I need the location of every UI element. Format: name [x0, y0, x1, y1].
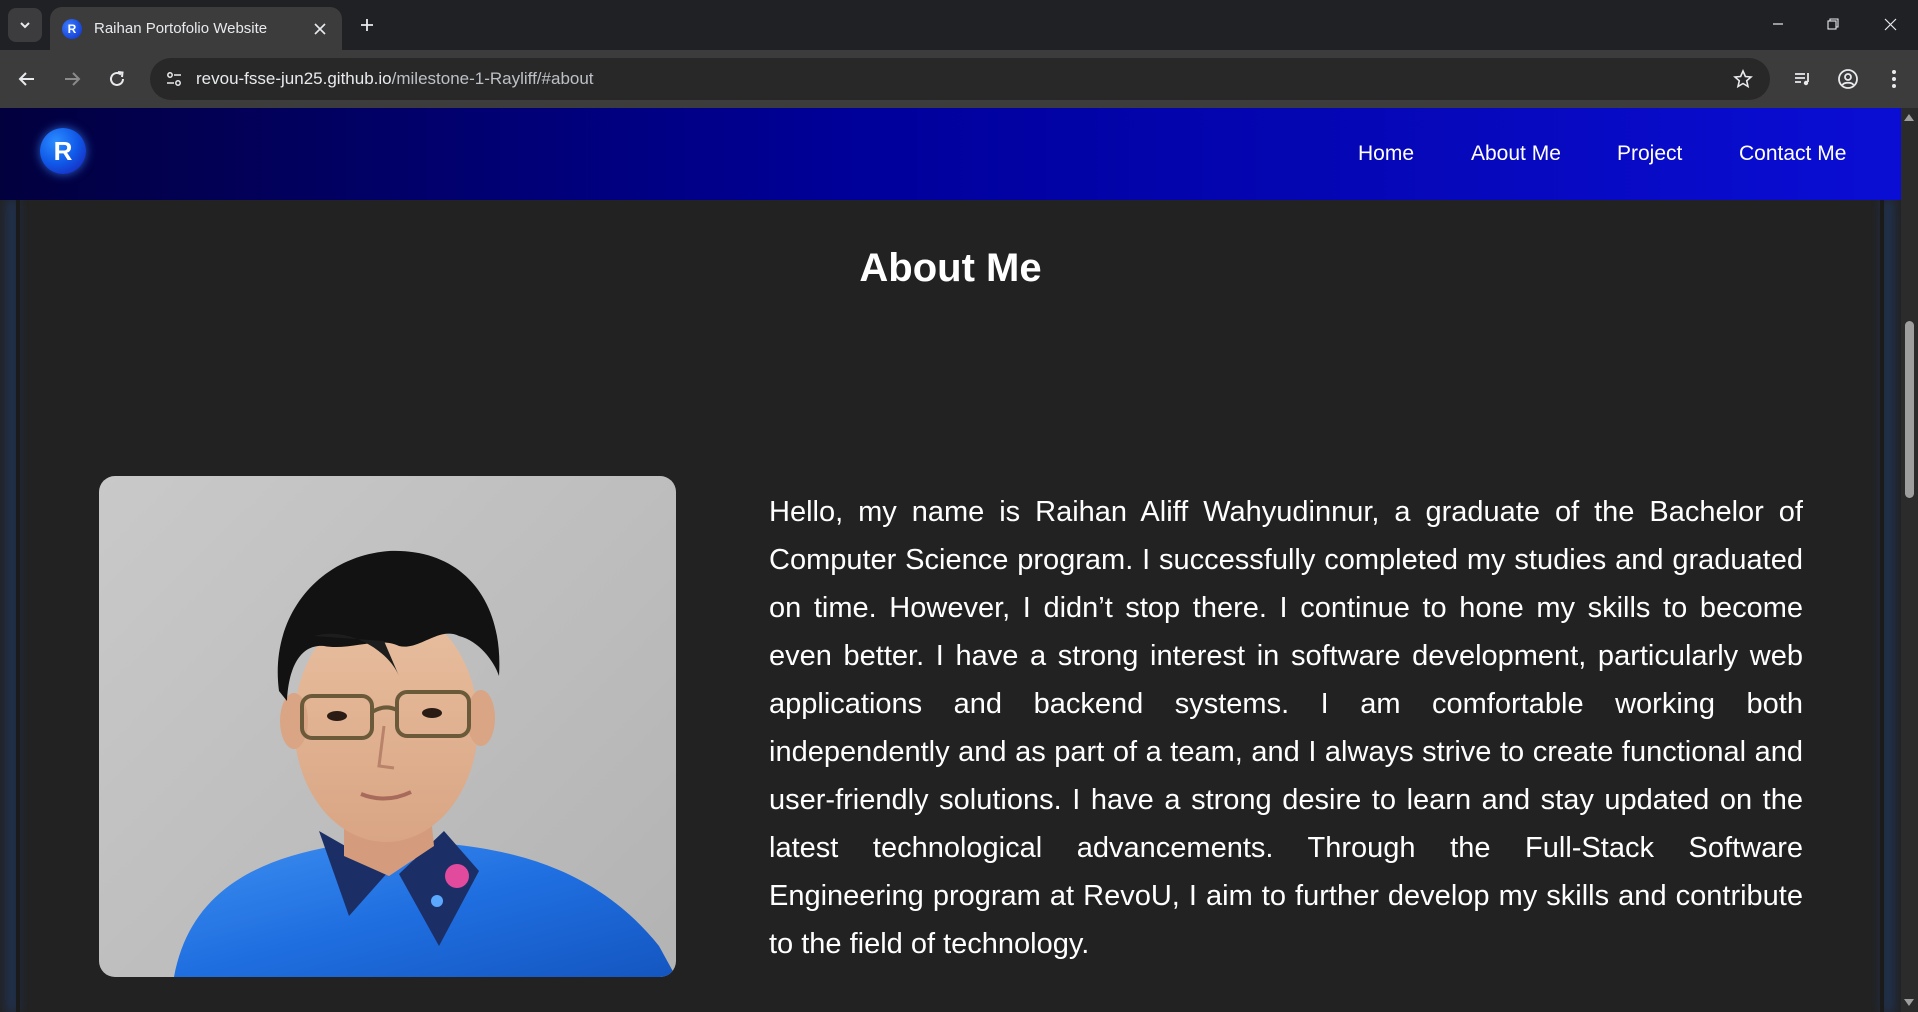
scroll-up-arrow-icon[interactable]: [1904, 114, 1914, 121]
minimize-icon: [1773, 23, 1783, 25]
close-icon: [314, 22, 326, 35]
nav-link-home[interactable]: Home: [1358, 142, 1414, 166]
url-path: /milestone-1-Rayliff/#about: [391, 69, 594, 88]
arrow-right-icon: [65, 72, 81, 86]
site-navbar: R Home About Me Project Contact Me: [0, 108, 1901, 200]
nav-link-contact-me[interactable]: Contact Me: [1739, 142, 1846, 166]
arrow-left-icon: [18, 72, 34, 86]
about-section-title: About Me: [859, 246, 1042, 290]
forward-button[interactable]: [56, 63, 88, 95]
page-viewport: R Home About Me Project Contact Me About…: [0, 108, 1901, 1012]
about-bio-text: Hello, my name is Raihan Aliff Wahyudinn…: [769, 496, 1803, 960]
tune-icon: [167, 72, 181, 86]
profile-photo: [99, 476, 676, 977]
tab-search-button[interactable]: [8, 8, 42, 42]
restore-button[interactable]: [1813, 6, 1853, 42]
section-frame-left: [16, 200, 20, 1012]
plus-icon: [361, 19, 373, 31]
profile-button[interactable]: [1832, 63, 1864, 95]
media-controls-button[interactable]: [1787, 63, 1819, 95]
bookmark-button[interactable]: [1730, 66, 1756, 92]
tab-close-button[interactable]: [308, 17, 332, 41]
restore-icon: [1827, 18, 1839, 30]
address-bar[interactable]: revou-fsse-jun25.github.io/milestone-1-R…: [150, 58, 1770, 100]
nav-link-project[interactable]: Project: [1617, 142, 1682, 166]
nav-link-about-me[interactable]: About Me: [1471, 142, 1561, 166]
browser-toolbar: revou-fsse-jun25.github.io/milestone-1-R…: [0, 50, 1918, 108]
chevron-down-icon: [20, 22, 30, 29]
section-frame-right: [1880, 200, 1884, 1012]
url-host: revou-fsse-jun25.github.io: [196, 69, 392, 88]
page-scrollbar[interactable]: [1901, 108, 1918, 1012]
scroll-down-arrow-icon[interactable]: [1904, 999, 1914, 1006]
tab-favicon: R: [62, 18, 82, 39]
account-circle-icon: [1838, 69, 1858, 89]
more-vert-icon: [1892, 70, 1896, 88]
close-window-button[interactable]: [1870, 6, 1910, 42]
queue-music-icon: [1795, 73, 1809, 86]
url-text: revou-fsse-jun25.github.io/milestone-1-R…: [196, 69, 594, 89]
tab-strip: R Raihan Portofolio Website: [0, 0, 1918, 50]
reload-icon: [110, 71, 124, 86]
reload-button[interactable]: [101, 63, 133, 95]
new-tab-button[interactable]: [352, 10, 382, 40]
close-icon: [1884, 18, 1896, 30]
browser-menu-button[interactable]: [1878, 63, 1910, 95]
star-icon: [1733, 69, 1753, 89]
site-logo[interactable]: R: [40, 128, 86, 174]
minimize-button[interactable]: [1758, 6, 1798, 42]
site-info-button[interactable]: [160, 65, 188, 93]
tab-title: Raihan Portofolio Website: [94, 20, 268, 37]
scrollbar-thumb[interactable]: [1905, 321, 1914, 498]
back-button[interactable]: [11, 63, 43, 95]
profile-portrait-image: [174, 550, 676, 977]
browser-tab[interactable]: R Raihan Portofolio Website: [50, 7, 342, 50]
